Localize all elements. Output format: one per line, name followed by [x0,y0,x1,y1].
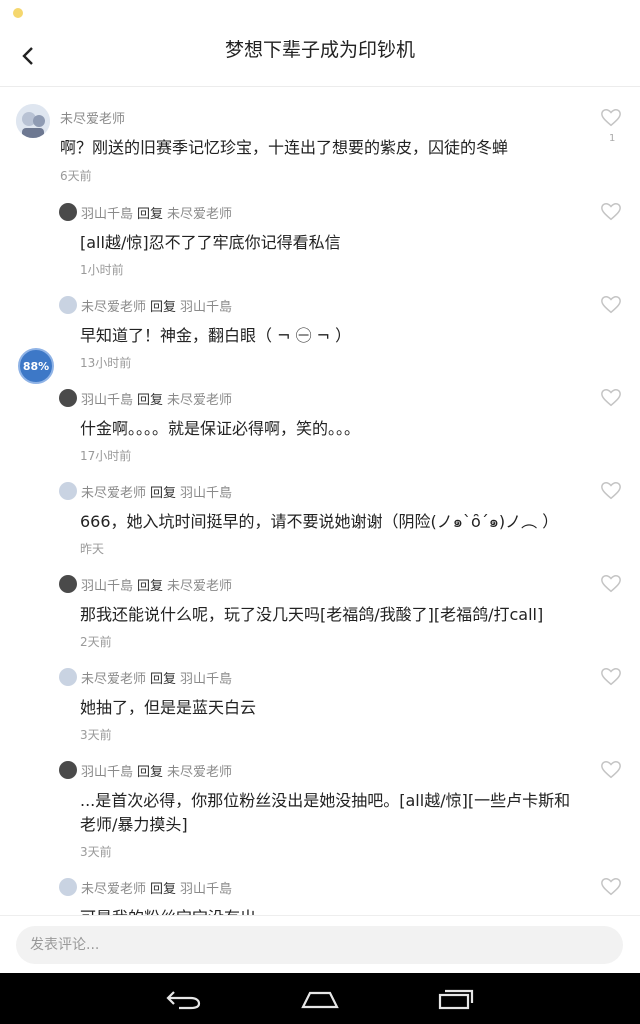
main-comment: 未尽爱老师 啊？刚送的旧赛季记忆珍宝，十连出了想要的紫皮，囚徒的冬蝉 6天前 1 [0,92,640,192]
reply-author[interactable]: 羽山千島 [81,765,133,780]
avatar[interactable] [59,203,77,221]
comment-text: 啊？刚送的旧赛季记忆珍宝，十连出了想要的紫皮，囚徒的冬蝉 [60,138,509,157]
reply-header: 羽山千島 回复 未尽爱老师 [81,203,232,222]
reply-word: 回复 [150,486,177,501]
avatar[interactable] [16,104,50,138]
heart-icon[interactable] [600,480,622,502]
reply-target[interactable]: 未尽爱老师 [167,765,232,780]
reply-header: 羽山千島 回复 未尽爱老师 [81,761,232,780]
page-title: 梦想下辈子成为印钞机 [224,39,415,61]
comment-author[interactable]: 未尽爱老师 [60,108,125,127]
reply-target[interactable]: 未尽爱老师 [167,207,232,222]
heart-icon[interactable] [600,294,622,316]
reply-text-line2: 老师/暴力摸头] [80,815,188,834]
back-icon [166,991,201,1010]
reply-author[interactable]: 羽山千島 [81,393,133,408]
avatar[interactable] [59,878,77,896]
reply-target[interactable]: 羽山千島 [180,882,232,897]
home-icon [301,991,339,1009]
comment-time: 6天前 [60,169,92,183]
avatar[interactable] [59,296,77,314]
nav-recents-button[interactable] [432,982,480,1016]
reply-time: 2天前 [80,635,112,649]
header: 梦想下辈子成为印钞机 [0,26,640,87]
reply-header: 羽山千島 回复 未尽爱老师 [81,575,232,594]
reply-text: 早知道了！神金，翻白眼（ ¬ ㊀ ¬ ） [80,326,352,345]
reply-header: 羽山千島 回复 未尽爱老师 [81,389,232,408]
reply-target[interactable]: 羽山千島 [180,486,232,501]
reply-time: 昨天 [80,542,105,556]
reply-header: 未尽爱老师 回复 羽山千島 [81,482,232,501]
reply-item: 未尽爱老师回复羽山千島 可是我的粉丝宝宝没有出 [0,867,640,915]
reply-time: 3天前 [80,728,112,742]
reply-text: 可是我的粉丝宝宝没有出 [80,904,256,915]
heart-icon[interactable] [600,107,622,129]
reply-item: 未尽爱老师 回复 羽山千島 666，她入坑时间挺早的，请不要说她谢谢（阴险(ノ๑`ȏ… [0,471,640,564]
reply-target[interactable]: 未尽爱老师 [167,579,232,594]
reply-item: 未尽爱老师 回复 羽山千島 她抽了，但是是蓝天白云 3天前 [0,657,640,750]
comment-input[interactable] [16,926,623,964]
avatar[interactable] [59,575,77,593]
reply-item: 未尽爱老师 回复 羽山千島 早知道了！神金，翻白眼（ ¬ ㊀ ¬ ） 13小时前 [0,285,640,378]
nav-home-button[interactable] [296,982,344,1016]
reply-text: 666，她入坑时间挺早的，请不要说她谢谢（阴险(ノ๑`ȏ´๑)ノ︵ ） [80,512,559,531]
heart-icon[interactable] [600,876,622,898]
heart-icon[interactable] [600,573,622,595]
reply-word: 回复 [137,207,164,222]
reply-author[interactable]: 羽山千島 [81,579,133,594]
reply-item: 羽山千島 回复 未尽爱老师 那我还能说什么呢，玩了没几天吗[老福鸽/我酸了][老福鸽… [0,564,640,657]
avatar[interactable] [59,482,77,500]
status-bar [0,0,640,26]
like-count: 1 [609,133,616,144]
recents-icon [438,989,474,1010]
reply-item: 羽山千島 回复 未尽爱老师 [all越/惊]忍不了了牢底你记得看私信 1小时前 [0,192,640,285]
avatar[interactable] [59,761,77,779]
reply-text: 什金啊。。。。就是保证必得啊，笑的。。。 [80,419,361,438]
heart-icon[interactable] [600,387,622,409]
reply-header: 未尽爱老师 回复 羽山千島 [81,296,232,315]
nav-back-button[interactable] [160,982,208,1016]
reply-header: 未尽爱老师 回复 羽山千島 [81,878,232,897]
reply-text-line1: ...是首次必得，你那位粉丝没出是她没抽吧。[all越/惊][一些卢卡斯和 [80,791,571,810]
reply-author[interactable]: 未尽爱老师 [81,300,146,315]
heart-icon[interactable] [600,201,622,223]
reply-word: 回复 [150,672,177,687]
reply-target[interactable]: 未尽爱老师 [167,393,232,408]
reply-author[interactable]: 未尽爱老师 [81,672,146,687]
reply-item: 羽山千島 回复 未尽爱老师 什金啊。。。。就是保证必得啊，笑的。。。 17小时前 [0,378,640,471]
notification-dot-icon [13,8,23,18]
system-navbar [0,973,640,1024]
reply-word: 回复 [137,765,164,780]
reply-time: 3天前 [80,845,112,859]
reply-time: 17小时前 [80,449,132,463]
reply-text: 那我还能说什么呢，玩了没几天吗[老福鸽/我酸了][老福鸽/打call] [80,605,544,624]
reply-time: 1小时前 [80,263,124,277]
compose-bar [0,915,640,974]
avatar[interactable] [59,389,77,407]
reply-item: 羽山千島 回复 未尽爱老师 ...是首次必得，你那位粉丝没出是她没抽吧。[all越/… [0,750,640,867]
progress-badge[interactable]: 88% [18,348,54,384]
comment-list[interactable]: 未尽爱老师 啊？刚送的旧赛季记忆珍宝，十连出了想要的紫皮，囚徒的冬蝉 6天前 1… [0,92,640,915]
reply-author[interactable]: 羽山千島 [81,207,133,222]
reply-word: 回复 [150,882,177,897]
reply-target[interactable]: 羽山千島 [180,300,232,315]
heart-icon[interactable] [600,759,622,781]
reply-target[interactable]: 羽山千島 [180,672,232,687]
reply-header: 未尽爱老师 回复 羽山千島 [81,668,232,687]
reply-author[interactable]: 未尽爱老师 [81,486,146,501]
reply-word: 回复 [137,393,164,408]
reply-time: 13小时前 [80,356,132,370]
avatar[interactable] [59,668,77,686]
reply-text: [all越/惊]忍不了了牢底你记得看私信 [80,233,341,252]
reply-word: 回复 [137,579,164,594]
reply-word: 回复 [150,300,177,315]
reply-text: 她抽了，但是是蓝天白云 [80,698,257,717]
heart-icon[interactable] [600,666,622,688]
reply-author[interactable]: 未尽爱老师 [81,882,146,897]
